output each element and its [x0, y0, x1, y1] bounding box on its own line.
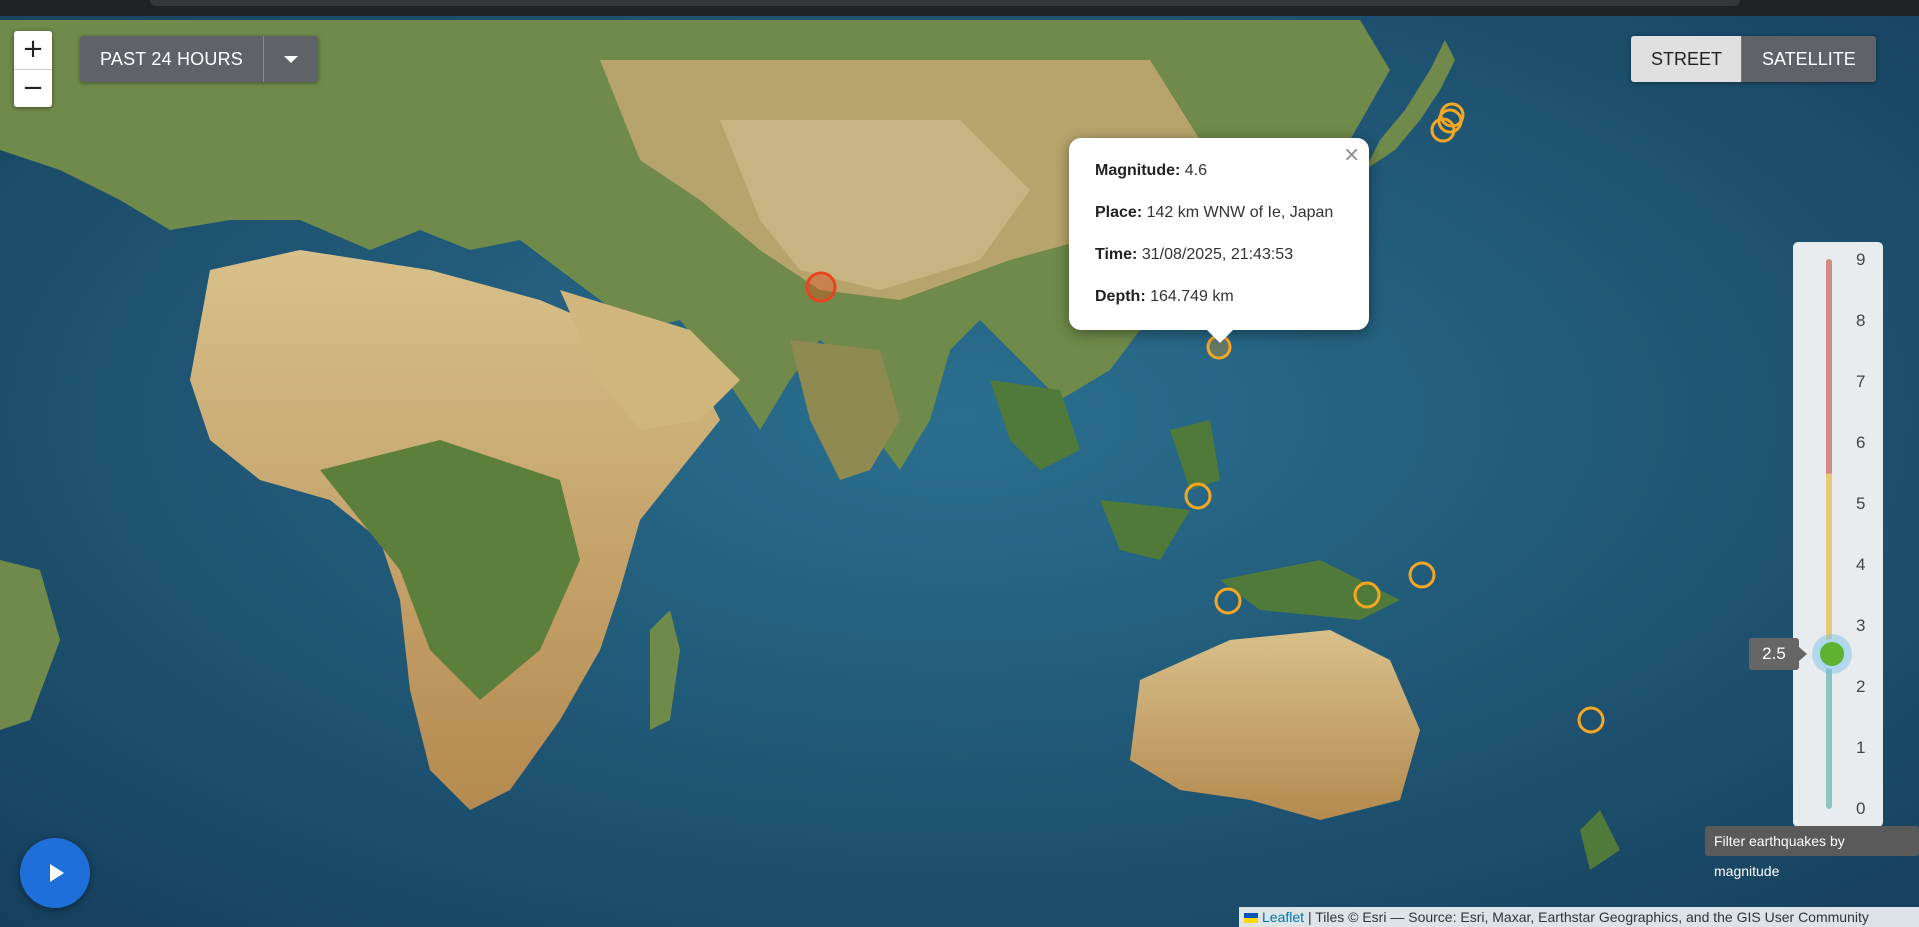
time-value: 31/08/2025, 21:43:53 [1141, 246, 1294, 263]
earthquake-marker-highlighted[interactable] [805, 271, 837, 303]
time-range-selector: PAST 24 HOURS [80, 36, 318, 82]
magnitude-tick: 9 [1856, 250, 1866, 269]
magnitude-tick: 6 [1856, 433, 1866, 452]
magnitude-tick: 4 [1856, 555, 1866, 574]
time-range-dropdown-button[interactable] [262, 36, 318, 82]
popup-time-row: Time: 31/08/2025, 21:43:53 [1095, 246, 1293, 264]
magnitude-tick: 5 [1856, 494, 1866, 513]
magnitude-label: Magnitude: [1095, 162, 1181, 179]
street-layer-button[interactable]: STREET [1631, 36, 1741, 82]
magnitude-tick: 8 [1856, 311, 1866, 330]
caret-down-icon [283, 55, 298, 63]
filter-tooltip: Filter earthquakes by magnitude [1705, 826, 1919, 879]
time-range-button[interactable]: PAST 24 HOURS [80, 36, 263, 82]
place-value: 142 km WNW of Ie, Japan [1146, 204, 1334, 221]
magnitude-tick: 1 [1856, 738, 1866, 757]
map-attribution: Leaflet | Tiles © Esri — Source: Esri, M… [1239, 907, 1919, 927]
magnitude-value: 4.6 [1184, 162, 1208, 179]
depth-label: Depth: [1095, 288, 1146, 305]
satellite-layer-button[interactable]: SATELLITE [1741, 36, 1876, 82]
browser-url-bar [150, 0, 1740, 6]
popup-tip [1205, 328, 1235, 343]
popup-magnitude-row: Magnitude: 4.6 [1095, 162, 1207, 180]
zoom-out-button[interactable]: − [14, 69, 52, 107]
magnitude-tick: 0 [1856, 799, 1866, 818]
magnitude-tick: 3 [1856, 616, 1866, 635]
satellite-map[interactable] [0, 0, 1919, 927]
close-icon[interactable]: × [1343, 144, 1360, 164]
magnitude-track[interactable] [1826, 259, 1832, 809]
magnitude-filter-slider[interactable]: 9 8 7 6 5 4 3 2 1 0 2.5 [1749, 242, 1883, 827]
browser-top-bar [0, 0, 1919, 16]
time-label: Time: [1095, 246, 1138, 263]
magnitude-value-badge: 2.5 [1749, 638, 1807, 670]
zoom-control: + − [14, 31, 52, 107]
zoom-in-button[interactable]: + [14, 31, 52, 69]
play-icon [50, 864, 64, 882]
play-button[interactable] [20, 838, 90, 908]
leaflet-link[interactable]: Leaflet [1262, 909, 1304, 925]
magnitude-tick: 2 [1856, 677, 1866, 696]
place-label: Place: [1095, 204, 1143, 221]
depth-value: 164.749 km [1150, 288, 1234, 305]
base-layer-toggle: STREET SATELLITE [1631, 36, 1876, 82]
ukraine-flag-icon [1244, 913, 1258, 923]
attribution-text: | Tiles © Esri — Source: Esri, Maxar, Ea… [1307, 909, 1869, 925]
earthquake-popup: × Magnitude: 4.6 Place: 142 km WNW of Ie… [1069, 138, 1369, 343]
popup-depth-row: Depth: 164.749 km [1095, 288, 1234, 306]
magnitude-tick: 7 [1856, 372, 1866, 391]
magnitude-slider-handle[interactable] [1817, 639, 1847, 669]
popup-place-row: Place: 142 km WNW of Ie, Japan [1095, 204, 1333, 222]
